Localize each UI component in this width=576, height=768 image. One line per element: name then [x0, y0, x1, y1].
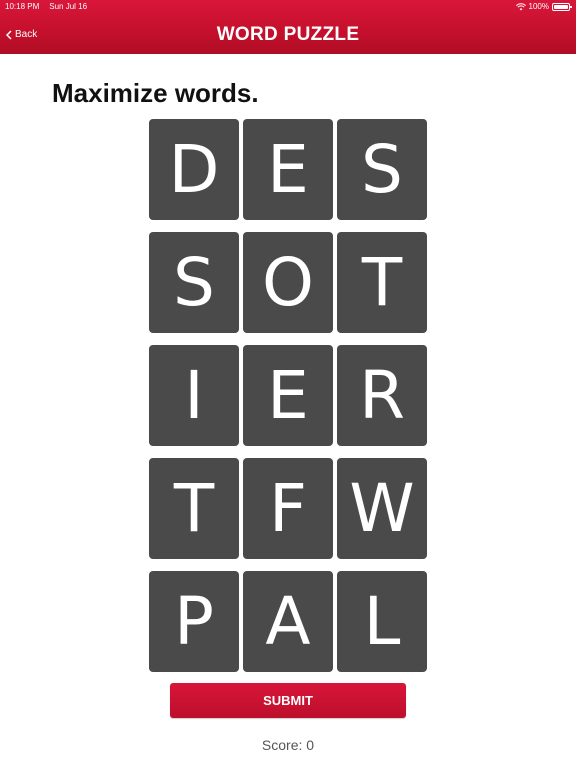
letter-tile[interactable]: D: [149, 119, 239, 220]
letter-tile[interactable]: I: [149, 345, 239, 446]
wifi-icon: [515, 2, 526, 10]
submit-label: SUBMIT: [263, 693, 313, 708]
letter-tile[interactable]: R: [337, 345, 427, 446]
battery-icon: [552, 2, 572, 11]
letter-tile[interactable]: T: [337, 232, 427, 333]
letter-tile[interactable]: E: [243, 119, 333, 220]
letter-tile[interactable]: O: [243, 232, 333, 333]
letter-tile[interactable]: F: [243, 458, 333, 559]
instruction-heading: Maximize words.: [52, 78, 259, 108]
letter-tile[interactable]: S: [149, 232, 239, 333]
score-display: Score: 0: [0, 737, 576, 753]
letter-tile[interactable]: S: [337, 119, 427, 220]
status-date: Sun Jul 16: [49, 2, 88, 11]
status-left: 10:18 PM Sun Jul 16: [5, 2, 87, 11]
app-header: 10:18 PM Sun Jul 16 100% Back WORD PUZZL…: [0, 0, 576, 54]
status-right: 100%: [515, 2, 572, 11]
score-label: Score:: [261, 737, 303, 753]
page-title: WORD PUZZLE: [216, 24, 360, 45]
submit-button[interactable]: SUBMIT: [170, 683, 406, 718]
letter-tile[interactable]: T: [149, 458, 239, 559]
letter-tile[interactable]: W: [337, 458, 427, 559]
letter-tile[interactable]: A: [243, 571, 333, 672]
letter-tile[interactable]: E: [243, 345, 333, 446]
status-bar: 10:18 PM Sun Jul 16 100%: [0, 0, 576, 14]
battery-percent: 100%: [528, 2, 549, 11]
letter-grid: D E S S O T I E R T F W P A L: [149, 119, 427, 672]
letter-tile[interactable]: P: [149, 571, 239, 672]
score-value: 0: [306, 737, 315, 753]
letter-tile[interactable]: L: [337, 571, 427, 672]
status-time: 10:18 PM: [5, 2, 40, 11]
